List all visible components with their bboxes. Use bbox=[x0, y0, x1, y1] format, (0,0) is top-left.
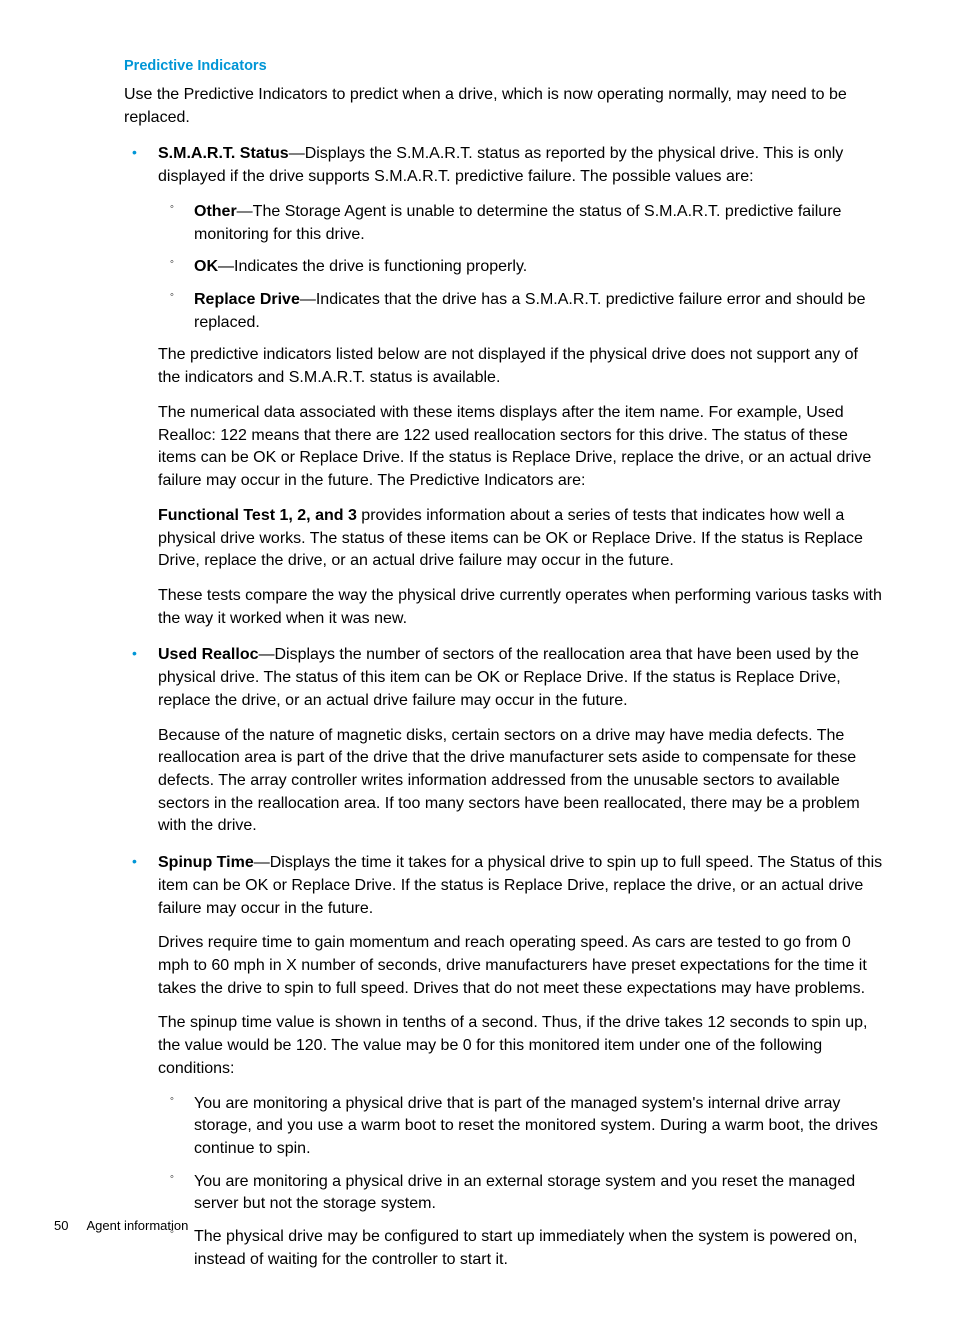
page-footer: 50 Agent information bbox=[54, 1218, 188, 1233]
sub-list-item: You are monitoring a physical drive that… bbox=[158, 1093, 884, 1161]
item-desc: —Displays the time it takes for a physic… bbox=[158, 854, 882, 916]
list-item: Spinup Time—Displays the time it takes f… bbox=[124, 852, 884, 1272]
sub-list-item: Replace Drive—Indicates that the drive h… bbox=[158, 289, 884, 334]
functional-test-term: Functional Test 1, 2, and 3 bbox=[158, 507, 357, 524]
sub-list-item: Other—The Storage Agent is unable to det… bbox=[158, 201, 884, 246]
item-lead: Used Realloc—Displays the number of sect… bbox=[158, 644, 884, 712]
item-term: Used Realloc bbox=[158, 646, 258, 663]
section-heading: Predictive Indicators bbox=[124, 58, 884, 74]
item-term: Spinup Time bbox=[158, 854, 254, 871]
list-item: S.M.A.R.T. Status—Displays the S.M.A.R.T… bbox=[124, 143, 884, 630]
sub-item-text: Replace Drive—Indicates that the drive h… bbox=[194, 289, 884, 334]
document-page: Predictive Indicators Use the Predictive… bbox=[0, 0, 954, 1321]
item-desc: —Displays the number of sectors of the r… bbox=[158, 646, 859, 708]
sub-desc: —Indicates the drive is functioning prop… bbox=[218, 258, 527, 275]
sub-term: Other bbox=[194, 203, 237, 220]
item-lead: Spinup Time—Displays the time it takes f… bbox=[158, 852, 884, 920]
sub-list-item: OK—Indicates the drive is functioning pr… bbox=[158, 256, 884, 279]
item-lead: S.M.A.R.T. Status—Displays the S.M.A.R.T… bbox=[158, 143, 884, 188]
item-paragraph: Drives require time to gain momentum and… bbox=[158, 932, 884, 1000]
main-bullet-list: S.M.A.R.T. Status—Displays the S.M.A.R.T… bbox=[124, 143, 884, 1271]
sub-bullet-list: Other—The Storage Agent is unable to det… bbox=[158, 201, 884, 335]
footer-section: Agent information bbox=[86, 1218, 188, 1233]
sub-term: OK bbox=[194, 258, 218, 275]
page-number: 50 bbox=[54, 1218, 68, 1233]
sub-item-text: OK—Indicates the drive is functioning pr… bbox=[194, 256, 884, 279]
item-paragraph: The spinup time value is shown in tenths… bbox=[158, 1012, 884, 1080]
sub-bullet-list: You are monitoring a physical drive that… bbox=[158, 1093, 884, 1272]
item-paragraph: The predictive indicators listed below a… bbox=[158, 344, 884, 389]
sub-item-text: Other—The Storage Agent is unable to det… bbox=[194, 201, 884, 246]
item-term: S.M.A.R.T. Status bbox=[158, 145, 289, 162]
sub-desc: —The Storage Agent is unable to determin… bbox=[194, 203, 841, 243]
sub-list-item: You are monitoring a physical drive in a… bbox=[158, 1171, 884, 1216]
sub-list-item: The physical drive may be configured to … bbox=[158, 1226, 884, 1271]
item-paragraph: Functional Test 1, 2, and 3 provides inf… bbox=[158, 505, 884, 573]
item-paragraph: These tests compare the way the physical… bbox=[158, 585, 884, 630]
sub-item-text: The physical drive may be configured to … bbox=[194, 1226, 884, 1271]
sub-term: Replace Drive bbox=[194, 291, 300, 308]
list-item: Used Realloc—Displays the number of sect… bbox=[124, 644, 884, 838]
content-wrapper: Predictive Indicators Use the Predictive… bbox=[70, 58, 884, 1272]
item-paragraph: Because of the nature of magnetic disks,… bbox=[158, 725, 884, 839]
item-paragraph: The numerical data associated with these… bbox=[158, 402, 884, 493]
intro-paragraph: Use the Predictive Indicators to predict… bbox=[124, 84, 884, 129]
sub-item-text: You are monitoring a physical drive in a… bbox=[194, 1171, 884, 1216]
sub-item-text: You are monitoring a physical drive that… bbox=[194, 1093, 884, 1161]
